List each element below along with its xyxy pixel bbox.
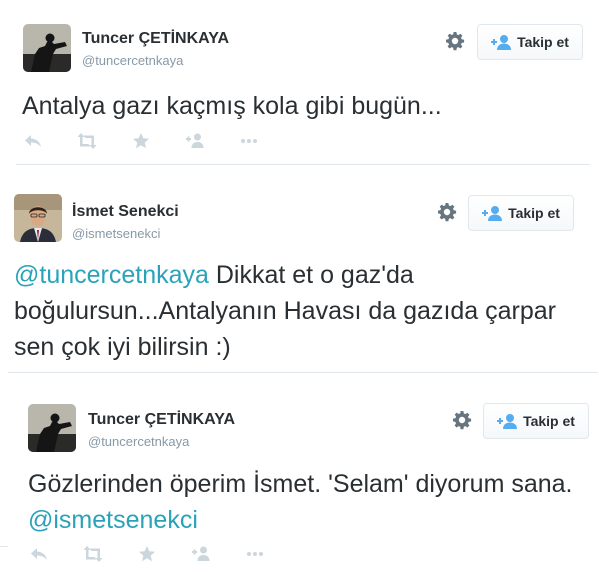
tweet-actions [30, 545, 300, 563]
tweet: İsmet Senekci @ismetsenekci Takip et @tu… [0, 170, 599, 370]
follow-button[interactable]: Takip et [468, 195, 574, 231]
avatar[interactable] [23, 24, 71, 72]
user-fullname[interactable]: Tuncer ÇETİNKAYA [88, 411, 235, 429]
person-add-icon [482, 206, 503, 221]
gear-icon[interactable] [437, 202, 457, 222]
follow-icon[interactable] [186, 132, 204, 150]
gear-icon[interactable] [452, 410, 472, 430]
follow-button-label: Takip et [523, 413, 575, 429]
tweet-text-body: Gözlerinden öperim İsmet. 'Selam' diyoru… [28, 470, 573, 498]
person-add-icon [491, 35, 512, 50]
tweet-text-body: Antalya gazı kaçmış kola gibi bugün... [22, 92, 442, 120]
star-icon[interactable] [138, 545, 156, 563]
person-add-icon [497, 414, 518, 429]
user-handle[interactable]: @tuncercetnkaya [82, 53, 183, 68]
reply-icon[interactable] [24, 132, 42, 150]
tweet-actions [24, 132, 294, 150]
tweet: Tuncer ÇETİNKAYA @tuncercetnkaya Takip e… [10, 378, 599, 573]
mention-link[interactable]: @ismetsenekci [28, 506, 198, 534]
retweet-icon[interactable] [78, 132, 96, 150]
retweet-icon[interactable] [84, 545, 102, 563]
divider [0, 546, 8, 547]
avatar[interactable] [14, 194, 62, 242]
avatar[interactable] [28, 404, 76, 452]
tweet-text: Antalya gazı kaçmış kola gibi bugün... [22, 88, 587, 124]
follow-button[interactable]: Takip et [477, 24, 583, 60]
star-icon[interactable] [132, 132, 150, 150]
tweet-text: @tuncercetnkaya Dikkat et o gaz'da boğul… [14, 257, 584, 365]
more-icon[interactable] [246, 545, 264, 563]
tweet: Tuncer ÇETİNKAYA @tuncercetnkaya Takip e… [6, 0, 599, 163]
user-fullname[interactable]: İsmet Senekci [72, 203, 179, 221]
gear-icon[interactable] [445, 31, 465, 51]
tweet-text: Gözlerinden öperim İsmet. 'Selam' diyoru… [28, 466, 588, 538]
divider [8, 372, 598, 373]
follow-button[interactable]: Takip et [483, 403, 589, 439]
follow-button-label: Takip et [508, 205, 560, 221]
follow-icon[interactable] [192, 545, 210, 563]
user-handle[interactable]: @ismetsenekci [72, 226, 160, 241]
mention-link[interactable]: @tuncercetnkaya [14, 261, 209, 289]
follow-button-label: Takip et [517, 34, 569, 50]
divider [16, 164, 590, 165]
user-fullname[interactable]: Tuncer ÇETİNKAYA [82, 30, 229, 48]
reply-icon[interactable] [30, 545, 48, 563]
user-handle[interactable]: @tuncercetnkaya [88, 434, 189, 449]
more-icon[interactable] [240, 132, 258, 150]
